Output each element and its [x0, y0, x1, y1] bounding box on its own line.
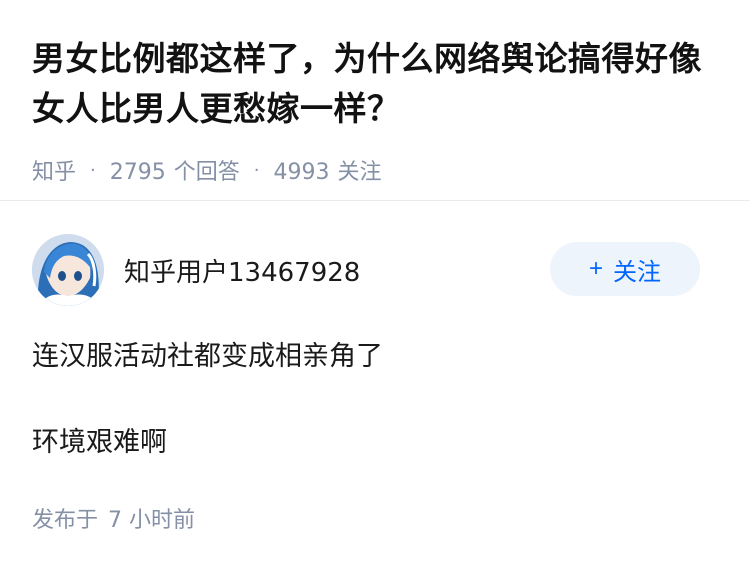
follow-button[interactable]: + 关注	[550, 242, 700, 296]
answers-label: 个回答	[173, 160, 240, 185]
answer-paragraph: 连汉服活动社都变成相亲角了	[32, 341, 383, 372]
answer-author-bar: 知乎用户13467928 + 关注	[32, 234, 700, 306]
publish-time: 发布于 7 小时前	[32, 502, 195, 534]
question-source[interactable]: 知乎	[32, 154, 76, 186]
avatar[interactable]	[32, 234, 104, 306]
section-divider	[0, 200, 750, 201]
answer-paragraph: 环境艰难啊	[32, 427, 167, 458]
question-title[interactable]: 男女比例都这样了，为什么网络舆论搞得好像女人比男人更愁嫁一样？	[32, 34, 722, 134]
avatar-anime-girl-icon	[32, 234, 104, 306]
answers-count-link[interactable]: 2795 个回答	[110, 154, 240, 186]
plus-icon: +	[588, 255, 603, 282]
followers-label: 关注	[337, 160, 382, 185]
followers-count: 4993	[273, 160, 330, 185]
question-meta: 知乎 · 2795 个回答 · 4993 关注	[32, 154, 722, 186]
meta-separator: ·	[90, 159, 96, 181]
follow-button-label: 关注	[613, 258, 661, 286]
published-label: 发布于	[32, 508, 99, 533]
answers-count: 2795	[109, 160, 166, 185]
answer-content[interactable]: 连汉服活动社都变成相亲角了 环境艰难啊	[32, 338, 722, 462]
meta-separator: ·	[253, 159, 260, 181]
question-header: 男女比例都这样了，为什么网络舆论搞得好像女人比男人更愁嫁一样？ 知乎 · 279…	[32, 34, 722, 186]
published-time: 7 小时前	[108, 508, 196, 533]
followers-count-link[interactable]: 4993 关注	[274, 154, 382, 186]
author-name[interactable]: 知乎用户13467928	[124, 252, 360, 289]
